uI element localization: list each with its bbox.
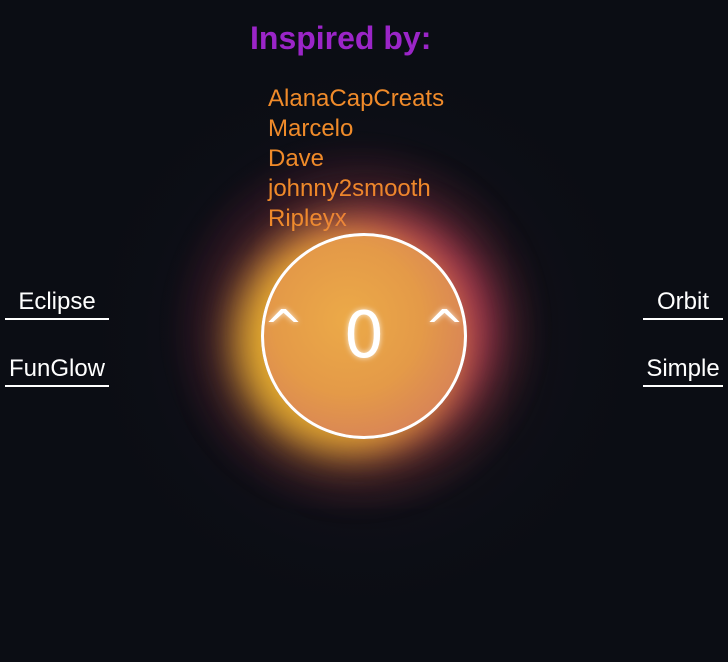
glowing-orb[interactable]: ^ 0 ^ <box>261 233 467 439</box>
eclipse-link[interactable]: Eclipse <box>5 288 109 320</box>
page: Inspired by: AlanaCapCreats Marcelo Dave… <box>0 0 728 662</box>
credit-name: AlanaCapCreats <box>268 85 445 112</box>
credit-name: johnny2smooth <box>268 175 431 202</box>
credit-name: Dave <box>268 145 325 172</box>
funglow-link[interactable]: FunGlow <box>5 355 109 387</box>
credit-name: Ripleyx <box>268 205 347 232</box>
credits-list: AlanaCapCreats Marcelo Dave johnny2smoot… <box>268 84 444 234</box>
simple-link[interactable]: Simple <box>643 355 723 387</box>
credit-name: Marcelo <box>268 115 354 142</box>
mouth: 0 <box>343 299 385 373</box>
right-eye: ^ <box>424 300 465 356</box>
orb-face: ^ 0 ^ <box>263 304 464 368</box>
left-eye: ^ <box>263 300 304 356</box>
inspired-by-heading: Inspired by: <box>250 20 432 56</box>
orbit-link[interactable]: Orbit <box>643 288 723 320</box>
